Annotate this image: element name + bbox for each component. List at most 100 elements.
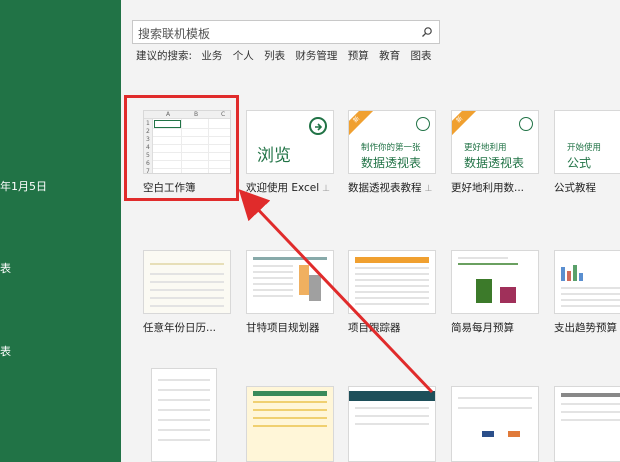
budget-bar-expense: [500, 287, 516, 303]
template-caption: 项目跟踪器: [348, 322, 401, 334]
suggest-business[interactable]: 业务: [201, 50, 222, 62]
decor-block: [508, 431, 520, 437]
decor-line: [158, 409, 210, 411]
decor-line: [253, 289, 293, 291]
template-caption: 欢迎使用 Excel: [246, 182, 320, 194]
template-row3-3[interactable]: [348, 386, 436, 462]
decor-line: [355, 257, 429, 263]
template-pivot-better[interactable]: 新 更好地利用 数据透视表 更好地利用数...: [451, 110, 539, 195]
decor-line: [561, 403, 620, 405]
suggest-finance[interactable]: 财务管理: [295, 50, 337, 62]
decor-line: [253, 283, 293, 285]
decor-line: [355, 297, 429, 299]
decor-line: [253, 271, 293, 273]
decor-line: [355, 279, 429, 281]
budget-bar-income: [476, 279, 492, 303]
pin-icon[interactable]: ⊥: [425, 184, 433, 194]
sidebar-item-recent-1[interactable]: 表: [0, 260, 11, 276]
template-welcome-excel[interactable]: 浏览 欢迎使用 Excel ⊥: [246, 110, 334, 195]
pivot-tutorial-thumbnail: 新 制作你的第一张 数据透视表: [348, 110, 436, 174]
template-search-input[interactable]: 搜索联机模板: [132, 20, 440, 44]
decor-line: [253, 257, 327, 260]
template-formula-tutorial[interactable]: 开始使用 公式 公式教程: [554, 110, 620, 195]
decor-line: [150, 305, 224, 307]
template-caption: 简易每月预算: [451, 322, 514, 334]
template-row3-4[interactable]: [451, 386, 539, 462]
pivot-icon: [416, 117, 430, 131]
decor-line: [355, 267, 429, 269]
search-placeholder: 搜索联机模板: [138, 27, 211, 41]
template-caption: 支出趋势预算: [554, 322, 617, 334]
decor-line: [158, 389, 210, 391]
template-thumbnail: [151, 368, 217, 462]
suggest-list[interactable]: 列表: [264, 50, 285, 62]
template-thumbnail: [554, 386, 620, 462]
decor-line: [355, 273, 429, 275]
decor-line: [355, 423, 429, 425]
formula-thumbnail: 开始使用 公式: [554, 110, 620, 174]
template-caption: 更好地利用数...: [451, 182, 525, 194]
decor-line: [253, 265, 293, 267]
suggest-budget[interactable]: 预算: [348, 50, 369, 62]
thumb-line1: 开始使用: [567, 143, 602, 153]
decor-line: [158, 399, 210, 401]
decor-line: [561, 299, 620, 301]
decor-line: [158, 439, 210, 441]
sidebar-item-recent-2[interactable]: 表: [0, 343, 11, 359]
decor-line: [253, 295, 293, 297]
decor-line: [253, 401, 327, 403]
template-pivot-tutorial[interactable]: 新 制作你的第一张 数据透视表 数据透视表教程 ⊥: [348, 110, 436, 195]
template-project-tracker[interactable]: 项目跟踪器: [348, 250, 436, 335]
template-caption: 数据透视表教程: [348, 182, 422, 194]
suggest-education[interactable]: 教育: [379, 50, 400, 62]
decor-line: [355, 291, 429, 293]
decor-line: [150, 273, 224, 275]
template-gantt-planner[interactable]: 甘特项目规划器: [246, 250, 334, 335]
template-row3-5[interactable]: [554, 386, 620, 462]
decor-line: [253, 391, 327, 396]
pin-icon[interactable]: ⊥: [322, 184, 330, 194]
trend-bar: [567, 271, 571, 281]
backstage-sidebar: 年1月5日 表 表: [0, 0, 121, 462]
thumb-line2: 数据透视表: [361, 156, 422, 170]
suggest-personal[interactable]: 个人: [233, 50, 254, 62]
template-row3-2[interactable]: [246, 386, 334, 462]
browse-label: 浏览: [257, 146, 291, 166]
decor-line: [253, 277, 293, 279]
template-any-year-calendar[interactable]: 任意年份日历...: [143, 250, 231, 335]
thumb-line1: 制作你的第一张: [361, 143, 421, 153]
new-ribbon: 新: [452, 111, 478, 138]
decor-line: [355, 415, 429, 417]
pivot-better-thumbnail: 新 更好地利用 数据透视表: [451, 110, 539, 174]
template-simple-budget[interactable]: 简易每月预算: [451, 250, 539, 335]
decor-line: [158, 419, 210, 421]
sidebar-item-recent-date[interactable]: 年1月5日: [0, 178, 47, 194]
template-row3-1[interactable]: [151, 368, 239, 462]
template-caption-wrap: 欢迎使用 Excel ⊥: [246, 180, 338, 195]
welcome-thumbnail: 浏览: [246, 110, 334, 174]
decor-line: [150, 297, 224, 299]
pivot-icon: [519, 117, 533, 131]
decor-line: [150, 289, 224, 291]
decor-line: [458, 257, 508, 259]
decor-line: [561, 393, 620, 397]
decor-line: [561, 287, 620, 289]
template-caption: 任意年份日历...: [143, 322, 217, 334]
suggest-chart[interactable]: 图表: [410, 50, 431, 62]
template-thumbnail: [246, 386, 334, 462]
template-expense-trends[interactable]: 支出趋势预算: [554, 250, 620, 335]
decor-line: [349, 391, 435, 401]
decor-line: [253, 409, 327, 411]
template-thumbnail: [348, 386, 436, 462]
gantt-bar: [299, 265, 309, 295]
decor-line: [355, 285, 429, 287]
decor-line: [158, 429, 210, 431]
trend-bar: [561, 267, 565, 281]
gantt-bar: [309, 275, 321, 301]
trend-bar: [579, 273, 583, 281]
thumb-line1: 更好地利用: [464, 143, 507, 153]
trend-bar: [573, 265, 577, 281]
gantt-thumbnail: [246, 250, 334, 314]
search-icon[interactable]: [421, 26, 433, 38]
template-thumbnail: [451, 386, 539, 462]
